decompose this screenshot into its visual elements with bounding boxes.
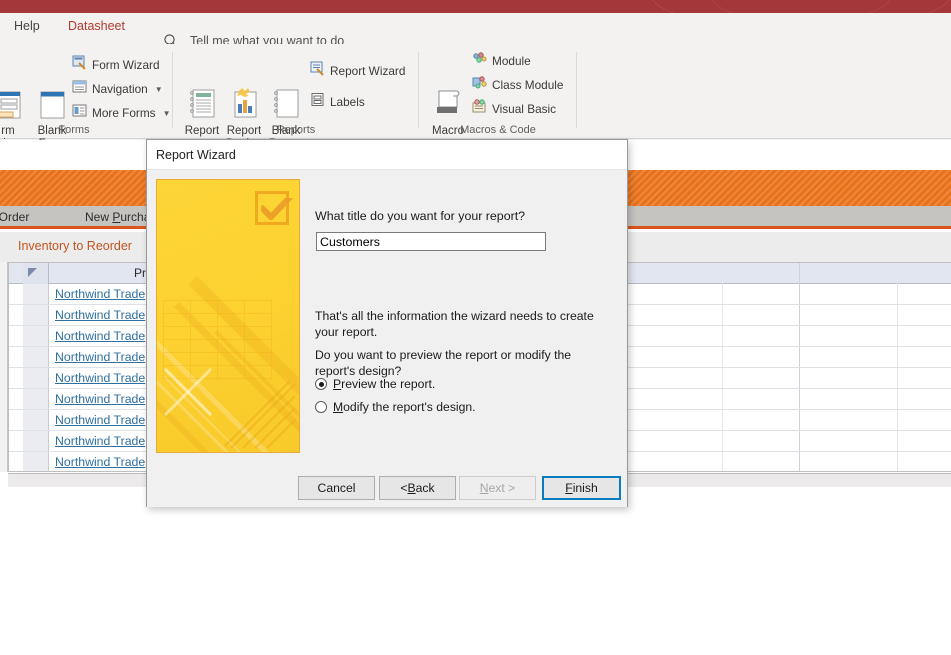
nav-item-new-purchase-order-pre: New [85,210,113,224]
cell-product-link[interactable]: Northwind Trade [55,308,145,322]
cell-product-link[interactable]: Northwind Trade [55,434,145,448]
dialog-title: Report Wizard [156,148,236,162]
ribbon-button-class-module-label: Class Module [492,78,564,92]
cell-product-link[interactable]: Northwind Trade [55,329,145,343]
screen: Help Datasheet Tell me what you want to … [0,0,951,655]
ribbon-button-report-wizard[interactable]: Report Wizard [310,60,405,82]
module-icon [472,51,487,71]
cell-product-link[interactable]: Northwind Trade [55,371,145,385]
class-module-icon [472,75,487,95]
ribbon-button-labels-label: Labels [330,95,365,109]
row-selector[interactable] [23,431,49,451]
ribbon-group-macros-code: Macro Module Class Module Visual Basic M… [422,44,574,139]
title-bar [0,0,951,13]
labels-icon [310,92,325,112]
back-button[interactable]: < Back [379,476,456,500]
titlebar-decoration-arc-2 [711,0,891,13]
chevron-down-icon[interactable]: ▼ [163,109,171,118]
dialog-title-bar: Report Wizard [147,140,627,170]
ribbon-button-module-label: Module [492,54,531,68]
row-selector[interactable] [23,326,49,346]
radio-option-modify-label: Modify the report's design. [333,400,476,414]
row-selector[interactable] [23,452,49,471]
report-title-input[interactable] [316,232,546,251]
radio-option-preview-label: Preview the report. [333,377,436,391]
ribbon-button-form-wizard[interactable]: Form Wizard [72,54,160,76]
report-wizard-dialog: Report Wizard What title do you want for… [146,139,628,507]
ribbon-button-visual-basic[interactable]: Visual Basic [472,98,556,120]
row-selector[interactable] [23,410,49,430]
tab-help[interactable]: Help [12,19,42,33]
ribbon-button-report-wizard-label: Report Wizard [330,64,406,78]
ribbon-tab-strip: Help Datasheet Tell me what you want to … [0,13,951,48]
ribbon-separator-1 [172,52,173,128]
sort-indicator-icon [28,268,37,277]
next-button: Next > [459,476,536,500]
cell-product-link[interactable]: Northwind Trade [55,350,145,364]
ribbon-button-more-forms-label: More Forms [92,106,156,120]
blank-report-icon [260,86,312,122]
wizard-illustration [156,179,300,453]
ribbon-separator-2 [418,52,419,128]
finish-button[interactable]: Finish [542,476,621,500]
ribbon-group-forms: rm sign Blank Form [0,44,171,150]
chevron-down-icon[interactable]: ▼ [155,85,163,94]
ribbon-group-reports: Report Report Design [176,44,416,150]
ribbon-button-labels[interactable]: Labels [310,91,365,113]
navigation-icon [72,79,87,99]
title-question-label: What title do you want for your report? [315,209,526,223]
ribbon-button-navigation[interactable]: Navigation ▼ [72,78,163,100]
nav-item-new-customer-order[interactable]: omer Order [0,210,29,224]
cancel-button[interactable]: Cancel [298,476,375,500]
tab-datasheet[interactable]: Datasheet [66,19,127,33]
ribbon: rm sign Blank Form [0,44,951,150]
radio-modify-icon[interactable] [315,401,327,413]
cell-product-link[interactable]: Northwind Trade [55,455,145,469]
ribbon-button-navigation-label: Navigation [92,82,148,96]
row-selector[interactable] [23,389,49,409]
ribbon-separator-3 [576,52,577,128]
illustration-cross [163,367,213,417]
ribbon-group-macros-code-label: Macros & Code [460,124,536,136]
row-selector[interactable] [23,284,49,304]
record-gutter [0,262,8,472]
checkmark-box-icon [255,191,293,225]
grid-column-header-product[interactable]: Pr [134,266,146,280]
form-wizard-icon [72,55,87,75]
section-title: Inventory to Reorder [18,239,132,253]
ribbon-button-module[interactable]: Module [472,50,531,72]
grid-select-all-corner[interactable] [23,263,49,284]
cell-product-link[interactable]: Northwind Trade [55,413,145,427]
row-selector[interactable] [23,368,49,388]
ribbon-group-forms-label: Forms [58,124,90,136]
nav-item-new-customer-order-label: omer Order [0,210,30,224]
cell-product-link[interactable]: Northwind Trade [55,287,145,301]
row-selector[interactable] [23,347,49,367]
more-forms-icon [72,103,87,123]
blank-form-icon [26,86,78,122]
report-wizard-icon [310,61,325,81]
radio-option-preview[interactable]: Preview the report. [315,377,435,391]
ribbon-button-form-wizard-label: Form Wizard [92,58,160,72]
macro-icon [422,86,474,122]
dialog-paragraph-1: That's all the information the wizard ne… [315,309,594,339]
radio-option-modify[interactable]: Modify the report's design. [315,400,476,414]
dialog-footer: Cancel < Back Next > Finish [147,470,627,507]
dialog-paragraph-2: Do you want to preview the report or mod… [315,348,572,378]
cell-product-link[interactable]: Northwind Trade [55,392,145,406]
ribbon-button-visual-basic-label: Visual Basic [492,102,557,116]
row-selector[interactable] [23,305,49,325]
ribbon-button-class-module[interactable]: Class Module [472,74,563,96]
ribbon-group-reports-label: Reports [276,124,316,136]
illustration-ruler [224,381,296,449]
ribbon-button-more-forms[interactable]: More Forms ▼ [72,102,171,124]
radio-preview-icon[interactable] [315,378,327,390]
visual-basic-icon [472,99,487,119]
dialog-body: What title do you want for your report? … [147,170,627,493]
